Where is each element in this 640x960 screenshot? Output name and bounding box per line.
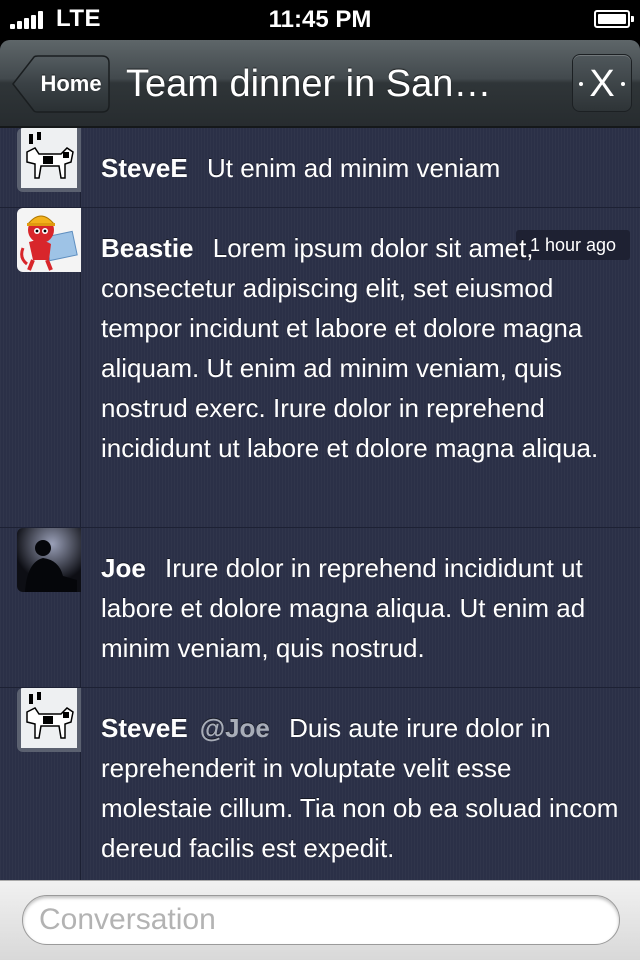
joe-avatar[interactable] <box>17 528 81 592</box>
conversation-title: Team dinner in San… <box>126 63 492 105</box>
message-body: Joe Irure dolor in reprehend incididunt … <box>101 548 622 668</box>
dogcow-avatar[interactable] <box>17 128 81 192</box>
conversation-input[interactable] <box>22 895 620 945</box>
dogcow-icon <box>17 128 81 192</box>
dogcow-icon <box>17 688 81 752</box>
message-item[interactable]: Joe Irure dolor in reprehend incididunt … <box>0 528 640 688</box>
composer-bar <box>0 880 640 960</box>
message-body: SteveE Ut enim ad minim veniam <box>101 148 622 188</box>
dogcow-avatar[interactable] <box>17 688 81 752</box>
message-body: Beastie Lorem ipsum dolor sit amet, cons… <box>101 228 622 468</box>
status-time: 11:45 PM <box>268 6 372 33</box>
close-button[interactable]: X <box>572 54 632 112</box>
message-author[interactable]: SteveE <box>101 713 188 743</box>
message-text: Irure dolor in reprehend incididunt ut l… <box>101 553 586 663</box>
message-item[interactable]: SteveE @Joe Duis aute irure dolor in repr… <box>0 688 640 880</box>
beastie-avatar[interactable] <box>17 208 81 272</box>
battery-icon <box>594 10 634 28</box>
message-text: Lorem ipsum dolor sit amet, consectetur … <box>101 233 599 463</box>
message-author[interactable]: Beastie <box>101 233 194 263</box>
message-body: SteveE @Joe Duis aute irure dolor in repr… <box>101 708 622 868</box>
close-icon: X <box>589 63 615 105</box>
home-back-label: Home <box>40 71 102 96</box>
silhouette-photo-icon <box>17 528 81 592</box>
message-author[interactable]: Joe <box>101 553 146 583</box>
message-mention[interactable]: @Joe <box>200 713 270 743</box>
message-text: Ut enim ad minim veniam <box>206 153 501 183</box>
home-back-button[interactable]: Home <box>12 55 110 113</box>
message-author[interactable]: SteveE <box>101 153 188 183</box>
status-bar: LTE 11:45 PM <box>0 0 640 40</box>
navigation-bar: Home Team dinner in San… X <box>0 40 640 128</box>
message-list[interactable]: SteveE Ut enim ad minim veniam 1 hour ag… <box>0 128 640 880</box>
app-window: Home Team dinner in San… X SteveE Ut eni… <box>0 40 640 960</box>
beastie-icon <box>17 208 81 272</box>
message-item[interactable]: 1 hour ago Beastie Lorem ipsum dolor sit… <box>0 208 640 528</box>
message-item[interactable]: SteveE Ut enim ad minim veniam <box>0 128 640 208</box>
